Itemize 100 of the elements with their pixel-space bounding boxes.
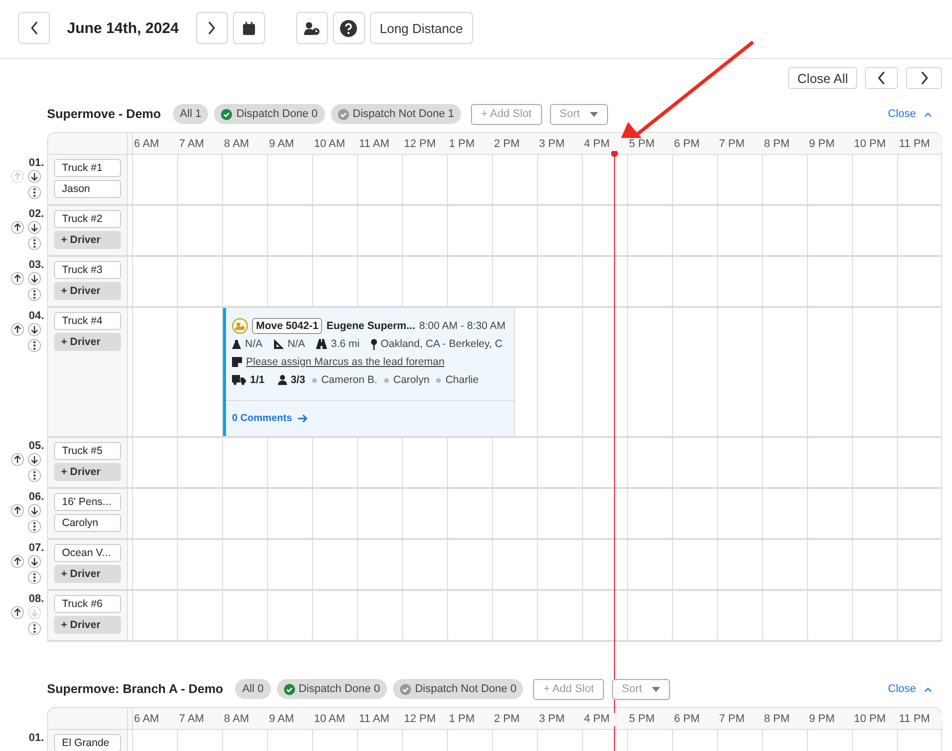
row-number: 06. (28, 491, 44, 503)
kebab-icon (33, 471, 36, 480)
next-button[interactable] (906, 67, 942, 89)
more-options-button[interactable] (28, 469, 41, 482)
move-up-button[interactable] (11, 272, 24, 285)
filter-chip[interactable]: All 0 (235, 679, 271, 699)
more-options-button[interactable] (28, 339, 41, 352)
row-number: 04. (28, 310, 44, 322)
distance-value: 3.6 mi (331, 338, 360, 350)
add-driver-button[interactable]: + Driver (54, 333, 121, 351)
hour-label: 11 PM (898, 713, 943, 726)
filter-chip[interactable]: Dispatch Not Done 1 (330, 104, 462, 124)
row-number: 02. (28, 208, 44, 220)
truck-field[interactable]: Truck #3 (54, 261, 121, 279)
move-down-button[interactable] (28, 323, 41, 336)
close-link[interactable]: Close (888, 683, 932, 695)
truck-field[interactable]: El Grande (54, 734, 121, 751)
close-link[interactable]: Close (888, 108, 932, 120)
ruler-icon (274, 339, 284, 349)
driver-field[interactable]: Jason (54, 180, 121, 198)
filter-chip[interactable]: All 1 (172, 104, 208, 124)
truck-field[interactable]: Truck #5 (54, 442, 121, 460)
move-up-button[interactable] (11, 221, 24, 234)
crew-member: Charlie (445, 374, 479, 386)
more-options-button[interactable] (28, 288, 41, 301)
move-down-button[interactable] (28, 170, 41, 183)
more-options-button[interactable] (28, 571, 41, 584)
more-options-button[interactable] (28, 520, 41, 533)
move-down-button[interactable] (28, 504, 41, 517)
customer-name: Eugene Superm... (326, 320, 416, 332)
next-day-button[interactable] (196, 12, 228, 44)
crew-member: Cameron B. (321, 374, 378, 386)
pin-icon (370, 338, 377, 350)
truck-field[interactable]: 16' Pens... (54, 493, 121, 511)
date-label: June 14th, 2024 (66, 20, 180, 36)
hour-label: 4 PM (583, 138, 628, 151)
arrow-down-icon (30, 608, 39, 617)
filter-chip[interactable]: Dispatch Done 0 (276, 679, 387, 699)
close-all-button[interactable]: Close All (788, 67, 857, 89)
chevron-right-icon (207, 21, 216, 35)
kebab-icon (33, 624, 36, 633)
section-title: Supermove: Branch A - Demo (47, 682, 224, 696)
check-circle-icon (221, 108, 232, 120)
move-up-button[interactable] (11, 323, 24, 336)
add-driver-button[interactable]: + Driver (54, 616, 121, 634)
truck-count: 1/1 (250, 374, 265, 386)
crew-icon (232, 318, 248, 334)
truck-field[interactable]: Ocean V... (54, 544, 121, 562)
move-up-button[interactable] (11, 606, 24, 619)
hour-label: 11 PM (898, 138, 943, 151)
filter-chip[interactable]: Dispatch Not Done 0 (392, 679, 524, 699)
section-title: Supermove - Demo (47, 107, 161, 121)
move-down-button[interactable] (28, 453, 41, 466)
add-driver-button[interactable]: + Driver (54, 282, 121, 300)
arrow-up-icon (13, 608, 22, 617)
help-button[interactable] (332, 12, 365, 44)
truck-field[interactable]: Truck #2 (54, 210, 121, 228)
arrow-down-icon (30, 223, 39, 232)
caret-up-icon (924, 112, 932, 116)
user-schedule-button[interactable] (296, 12, 328, 44)
long-distance-button[interactable]: Long Distance (370, 12, 473, 44)
arrow-up-icon (13, 274, 22, 283)
truck-field[interactable]: Truck #4 (54, 312, 121, 330)
arrow-down-icon (30, 506, 39, 515)
check-circle-icon (338, 108, 349, 120)
move-up-button[interactable] (11, 555, 24, 568)
arrow-down-icon (30, 274, 39, 283)
more-options-button[interactable] (28, 186, 41, 199)
more-options-button[interactable] (28, 237, 41, 250)
calendar-button[interactable] (232, 12, 265, 44)
road-icon (316, 339, 328, 349)
previous-day-button[interactable] (18, 12, 50, 44)
arrow-down-icon (30, 172, 39, 181)
route-text: Oakland, CA - Berkeley, C (380, 338, 502, 350)
caret-up-icon (924, 686, 932, 692)
row-number: 03. (28, 259, 44, 271)
move-down-button[interactable] (28, 555, 41, 568)
truck-field[interactable]: Truck #1 (54, 159, 121, 177)
truck-field[interactable]: Truck #6 (54, 595, 121, 613)
more-options-button[interactable] (28, 622, 41, 635)
comments-link[interactable]: 0 Comments (232, 413, 292, 424)
driver-field[interactable]: Carolyn (54, 514, 121, 532)
help-icon (340, 20, 358, 36)
add-driver-button[interactable]: + Driver (54, 565, 121, 583)
user-clock-icon (304, 22, 320, 34)
add-driver-button[interactable]: + Driver (54, 231, 121, 249)
move-down-button[interactable] (28, 221, 41, 234)
move-up-button[interactable] (11, 453, 24, 466)
move-up-button[interactable] (11, 504, 24, 517)
move-card[interactable]: Move 5042-1 Eugene Superm... 8:00 AM - 8:30 AM N/A N/A 3.6 mi Oakland, CA - Berkeley, C Please assign Marcus as the lead foreman 1/1 3/3 Cameron B. Carolyn Charlie 0 Comments (223, 308, 515, 436)
move-down-button[interactable] (28, 272, 41, 285)
weight-icon (232, 339, 241, 349)
caret-down-icon (590, 112, 598, 116)
bullet-icon (384, 378, 390, 382)
add-driver-button[interactable]: + Driver (54, 463, 121, 481)
note-link[interactable]: Please assign Marcus as the lead foreman (246, 356, 444, 368)
kebab-icon (33, 290, 36, 299)
filter-chip[interactable]: Dispatch Done 0 (214, 104, 325, 124)
arrow-right-icon (298, 414, 308, 423)
previous-button[interactable] (865, 67, 898, 89)
